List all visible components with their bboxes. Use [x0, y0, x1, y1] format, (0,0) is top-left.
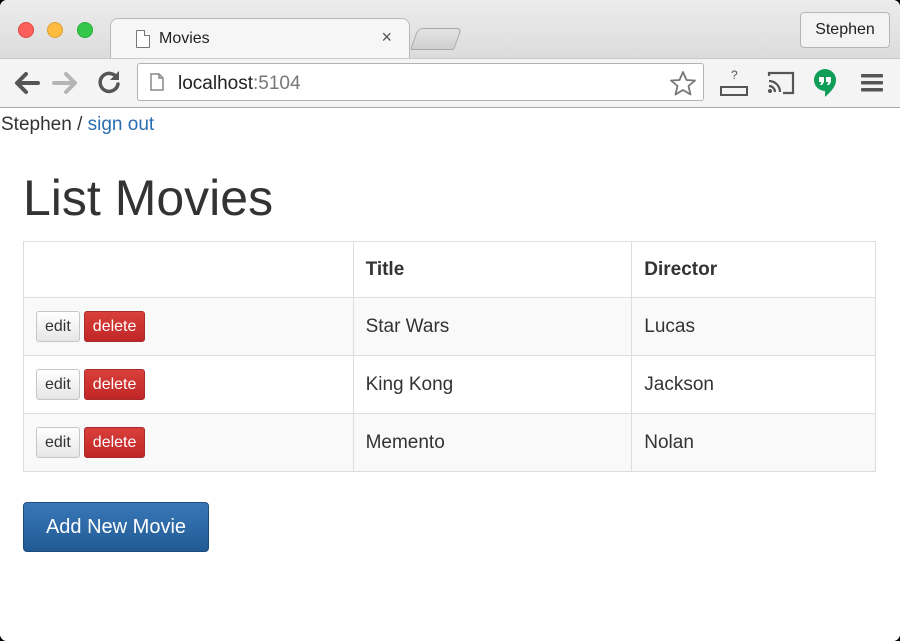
delete-button[interactable]: delete: [83, 311, 146, 342]
page-title: List Movies: [23, 170, 274, 226]
table-row: edit delete Memento Nolan: [23, 413, 876, 472]
row-actions: edit delete: [23, 355, 354, 414]
movie-title: Memento: [352, 413, 633, 472]
window-minimize-button[interactable]: [47, 22, 63, 38]
svg-text:?: ?: [731, 68, 738, 82]
movie-title: King Kong: [352, 355, 633, 414]
user-separator: /: [71, 114, 88, 135]
add-new-movie-button[interactable]: Add New Movie: [23, 502, 209, 552]
url-port: :5104: [253, 73, 301, 94]
table-header-row: Title Director: [23, 241, 876, 298]
reload-icon[interactable]: [96, 69, 122, 95]
tab-strip: Movies × Stephen: [0, 0, 900, 60]
movie-director: Lucas: [631, 297, 876, 356]
column-header-actions: [23, 241, 354, 298]
row-actions: edit delete: [23, 413, 354, 472]
browser-toolbar: localhost:5104 ?: [0, 58, 900, 108]
page-content: Stephen / sign out List Movies Title Dir…: [0, 109, 900, 641]
movie-director: Nolan: [631, 413, 876, 472]
page-icon: [150, 73, 164, 91]
movie-title: Star Wars: [352, 297, 633, 356]
cast-icon[interactable]: [765, 69, 797, 97]
arrow-left-icon[interactable]: [12, 70, 40, 96]
delete-button[interactable]: delete: [83, 427, 146, 458]
menu-icon[interactable]: [860, 73, 884, 93]
new-tab-button[interactable]: [409, 28, 463, 50]
row-actions: edit delete: [23, 297, 354, 356]
user-line: Stephen / sign out: [1, 114, 154, 136]
browser-window: Movies × Stephen localhost:5104 ? Stephe…: [0, 0, 900, 641]
window-maximize-button[interactable]: [77, 22, 93, 38]
edit-button[interactable]: edit: [36, 369, 80, 400]
movie-director: Jackson: [631, 355, 876, 414]
tab-content[interactable]: Movies ×: [118, 19, 408, 59]
sign-out-link[interactable]: sign out: [88, 114, 155, 135]
hangouts-icon[interactable]: [812, 67, 838, 99]
tab-close-icon[interactable]: ×: [381, 27, 392, 48]
delete-button[interactable]: delete: [83, 369, 146, 400]
movies-table: Title Director edit delete Star Wars Luca…: [23, 241, 876, 472]
arrow-right-icon[interactable]: [52, 70, 80, 96]
column-header-director: Director: [631, 241, 876, 298]
window-close-button[interactable]: [18, 22, 34, 38]
url-text[interactable]: localhost:5104: [178, 73, 301, 95]
address-bar[interactable]: localhost:5104: [137, 63, 704, 101]
column-header-title: Title: [352, 241, 633, 298]
table-row: edit delete Star Wars Lucas: [23, 297, 876, 356]
edit-button[interactable]: edit: [36, 311, 80, 342]
profile-button[interactable]: Stephen: [800, 12, 890, 48]
edit-button[interactable]: edit: [36, 427, 80, 458]
table-row: edit delete King Kong Jackson: [23, 355, 876, 414]
page-icon: [136, 30, 150, 48]
url-host: localhost: [178, 73, 253, 94]
user-name: Stephen: [1, 114, 72, 135]
bookmark-star-icon[interactable]: [669, 70, 697, 96]
download-icon[interactable]: ?: [718, 67, 750, 99]
tab-title: Movies: [159, 30, 210, 47]
